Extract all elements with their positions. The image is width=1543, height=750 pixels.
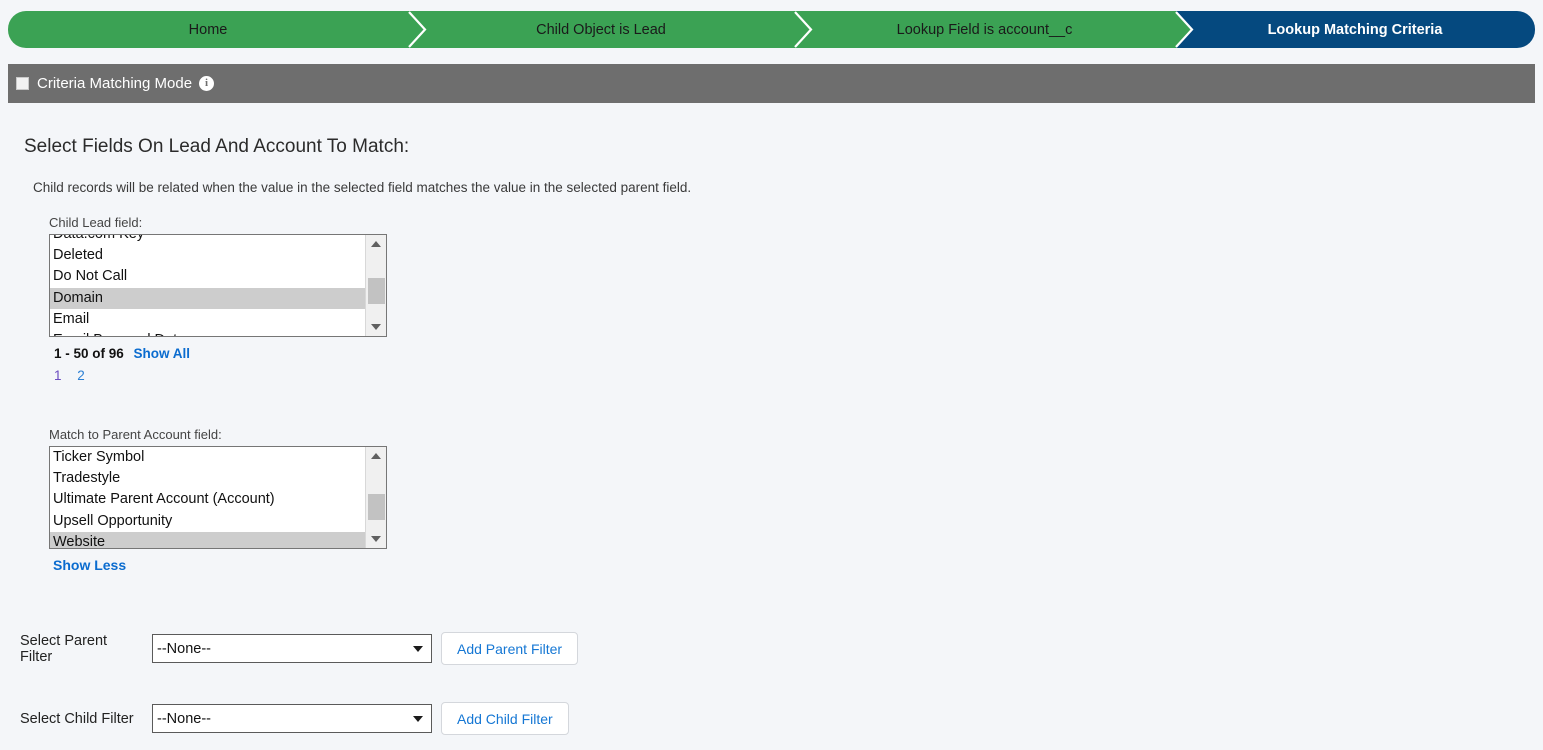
show-less-link[interactable]: Show Less [53,557,126,573]
caret-down-icon[interactable] [366,530,386,548]
child-filter-label: Select Child Filter [20,710,134,727]
pagination-count: 1 - 50 of 96 [54,346,124,361]
child-filter-select-wrap: --None-- [152,704,432,733]
child-filter-select[interactable]: --None-- [152,704,432,733]
chevron-separator-icon [1174,11,1200,48]
criteria-matching-mode-checkbox[interactable] [16,77,29,90]
wizard-progress-bar: Home Child Object is Lead Lookup Field i… [8,11,1535,48]
pagination-summary: 1 - 50 of 96 Show All [54,346,190,361]
show-all-link[interactable]: Show All [134,346,191,361]
add-parent-filter-button[interactable]: Add Parent Filter [441,632,579,665]
list-item[interactable]: Ultimate Parent Account (Account) [50,489,366,510]
page-description: Child records will be related when the v… [33,180,692,195]
criteria-matching-mode-bar: Criteria Matching Mode i [8,64,1535,103]
wizard-step-lookup-matching-criteria[interactable]: Lookup Matching Criteria [1174,11,1535,48]
list-item[interactable]: Data.com Key [50,235,366,245]
list-item[interactable]: Ticker Symbol [50,447,366,468]
wizard-step-home[interactable]: Home [8,11,408,48]
page-title: Select Fields On Lead And Account To Mat… [24,136,410,157]
list-item[interactable]: Email Bounced Date [50,330,366,336]
caret-up-icon[interactable] [366,235,386,253]
criteria-matching-mode-label: Criteria Matching Mode [37,75,193,92]
child-field-listbox[interactable]: Data.com Key Deleted Do Not Call Domain … [49,234,387,337]
wizard-step-label: Lookup Field is account__c [896,21,1073,38]
list-item-selected[interactable]: Website [50,531,366,548]
caret-down-icon[interactable] [366,318,386,336]
parent-field-options: Ticker Symbol Tradestyle Ultimate Parent… [50,447,366,548]
wizard-step-label: Lookup Matching Criteria [1267,21,1443,38]
parent-field-listbox[interactable]: Ticker Symbol Tradestyle Ultimate Parent… [49,446,387,549]
child-filter-row: Select Child Filter --None-- Add Child F… [20,702,569,735]
caret-up-icon[interactable] [366,447,386,465]
list-item[interactable]: Tradestyle [50,468,366,489]
list-item[interactable]: Upsell Opportunity [50,511,366,532]
parent-filter-select-wrap: --None-- [152,634,432,663]
wizard-step-child-object[interactable]: Child Object is Lead [408,11,794,48]
parent-filter-select[interactable]: --None-- [152,634,432,663]
parent-filter-label: Select Parent Filter [20,632,108,665]
parent-filter-row: Select Parent Filter --None-- Add Parent… [20,632,579,665]
wizard-steps: Home Child Object is Lead Lookup Field i… [8,11,1535,48]
child-field-options: Data.com Key Deleted Do Not Call Domain … [50,235,366,336]
parent-field-group: Match to Parent Account field: Ticker Sy… [49,427,387,549]
add-child-filter-button[interactable]: Add Child Filter [441,702,569,735]
page-link-2[interactable]: 2 [77,368,85,383]
page-link-1[interactable]: 1 [54,368,62,383]
parent-field-label: Match to Parent Account field: [49,427,222,442]
chevron-separator-icon [793,11,819,48]
child-field-group: Child Lead field: Data.com Key Deleted D… [49,215,387,337]
chevron-separator-icon [407,11,433,48]
list-item[interactable]: Do Not Call [50,266,366,287]
info-icon[interactable]: i [199,76,215,91]
wizard-step-label: Child Object is Lead [536,21,666,38]
list-item-selected[interactable]: Domain [50,287,366,309]
child-field-label: Child Lead field: [49,215,143,230]
scrollbar-thumb[interactable] [368,278,385,304]
pagination-pages: 1 2 [54,368,97,383]
child-field-scrollbar[interactable] [365,235,386,336]
list-item[interactable]: Deleted [50,245,366,266]
wizard-step-label: Home [188,21,228,38]
scrollbar-thumb[interactable] [368,494,385,520]
wizard-step-lookup-field[interactable]: Lookup Field is account__c [794,11,1175,48]
parent-field-scrollbar[interactable] [365,447,386,548]
list-item[interactable]: Email [50,309,366,330]
